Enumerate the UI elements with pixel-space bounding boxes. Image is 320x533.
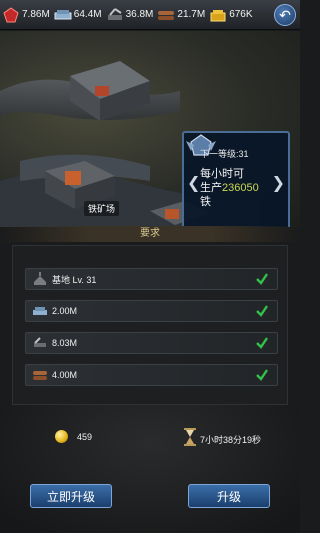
instant-upgrade-button[interactable]: 立即升级 [30, 484, 112, 508]
oil-icon [34, 337, 46, 347]
next-level-label: 下一等级:31 [200, 149, 249, 159]
requirement-steel-text: 2.00M [52, 306, 78, 316]
requirements-header: 要求 [0, 226, 300, 242]
back-arrow-icon: ↶ [279, 6, 291, 23]
upgrade-time: 7小时38分19秒 [200, 435, 262, 445]
resource-steel[interactable]: 64.4M [54, 7, 102, 23]
steel-icon [54, 9, 72, 19]
building-name-label: 铁矿场 [84, 201, 120, 216]
upgrade-button[interactable]: 升级 [188, 484, 270, 508]
base-icon [34, 272, 46, 285]
check-icon [256, 337, 268, 349]
resource-oil[interactable]: 36.8M [106, 7, 154, 23]
production-resource: 铁 [200, 196, 211, 208]
production-value: 236050 [222, 182, 259, 194]
check-icon [256, 369, 268, 381]
gold-icon [210, 9, 226, 21]
oil-icon [107, 7, 122, 20]
check-icon [256, 273, 268, 285]
steel-icon [33, 307, 47, 315]
next-level-arrow-icon[interactable]: ❯ [272, 173, 285, 193]
wood-icon [33, 371, 47, 380]
hourglass-icon [184, 428, 196, 446]
requirement-base-level: 基地 Lv. 31 [25, 268, 278, 290]
building-scene: ❮ ❯ 下一等级:31 每小时可 生产236050 铁 [0, 31, 300, 227]
resource-oil-value: 36.8M [125, 9, 154, 20]
resource-bar: 7.86M 64.4M 36.8M 21.7M 676K ↶ [0, 0, 300, 30]
requirement-wood: 4.00M [25, 364, 278, 386]
requirement-oil-text: 8.03M [52, 338, 78, 348]
red-gem-icon [3, 6, 19, 22]
instant-upgrade-gold-cost: 459 [77, 432, 93, 442]
wood-icon [158, 10, 175, 20]
next-level-panel: ❮ ❯ 下一等级:31 每小时可 生产236050 铁 [182, 131, 290, 227]
requirement-steel: 2.00M [25, 300, 278, 322]
resource-wood[interactable]: 21.7M [157, 7, 205, 23]
requirement-oil: 8.03M [25, 332, 278, 354]
requirement-wood-text: 4.00M [52, 370, 78, 380]
check-icon [256, 305, 268, 317]
resource-wood-value: 21.7M [177, 9, 206, 20]
resource-steel-value: 64.4M [73, 9, 102, 20]
resource-gold-value: 676K [229, 9, 253, 20]
resource-red-gem[interactable]: 7.86M [2, 6, 50, 23]
gold-coin-icon [55, 430, 68, 443]
upgrade-footer [0, 405, 300, 533]
back-button[interactable]: ↶ [274, 4, 296, 26]
requirements-list: 基地 Lv. 31 2.00M 8.03M 4.00M [12, 245, 288, 405]
requirement-base-text: 基地 Lv. 31 [52, 274, 97, 285]
resource-red-gem-value: 7.86M [22, 9, 50, 20]
resource-gold[interactable]: 676K [209, 7, 253, 23]
prev-level-arrow-icon[interactable]: ❮ [187, 173, 200, 193]
